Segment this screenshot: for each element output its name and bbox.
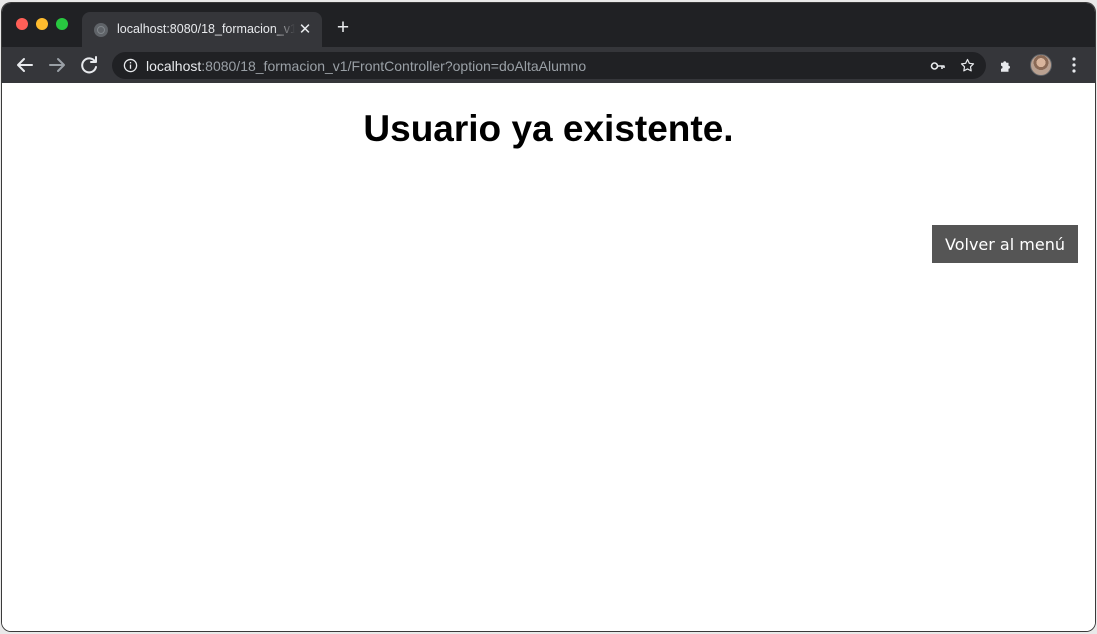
avatar[interactable] <box>1030 54 1052 76</box>
title-bar: localhost:8080/18_formacion_v1/FrontCont… <box>2 3 1095 47</box>
browser-toolbar: localhost:8080/18_formacion_v1/FrontCont… <box>2 47 1095 83</box>
new-tab-button[interactable]: + <box>332 17 354 39</box>
tab-close-icon[interactable]: ✕ <box>296 21 314 39</box>
address-bar[interactable]: localhost:8080/18_formacion_v1/FrontCont… <box>112 52 986 79</box>
back-to-menu-button[interactable]: Volver al menú <box>932 225 1078 263</box>
key-icon[interactable] <box>930 58 946 74</box>
forward-arrow-icon[interactable] <box>45 53 69 77</box>
url-text[interactable]: localhost:8080/18_formacion_v1/FrontCont… <box>146 58 586 74</box>
star-icon[interactable] <box>959 57 976 74</box>
url-host: localhost <box>146 58 202 74</box>
page-title: Usuario ya existente. <box>363 108 734 149</box>
browser-tab[interactable]: localhost:8080/18_formacion_v1/FrontCont… <box>82 12 322 47</box>
maximize-window-button[interactable] <box>56 18 68 30</box>
back-arrow-icon[interactable] <box>13 53 37 77</box>
close-window-button[interactable] <box>16 18 28 30</box>
globe-icon <box>94 23 108 37</box>
tab-title: localhost:8080/18_formacion_v1/FrontCont… <box>117 22 295 36</box>
minimize-window-button[interactable] <box>36 18 48 30</box>
reload-icon[interactable] <box>77 53 101 77</box>
url-path: :8080/18_formacion_v1/FrontController?op… <box>201 58 587 74</box>
kebab-menu-icon[interactable] <box>1066 56 1082 74</box>
info-icon[interactable] <box>123 58 138 73</box>
puzzle-icon[interactable] <box>998 56 1016 74</box>
page-content: Usuario ya existente. Volver al menú <box>2 83 1095 631</box>
browser-window: localhost:8080/18_formacion_v1/FrontCont… <box>2 3 1095 631</box>
